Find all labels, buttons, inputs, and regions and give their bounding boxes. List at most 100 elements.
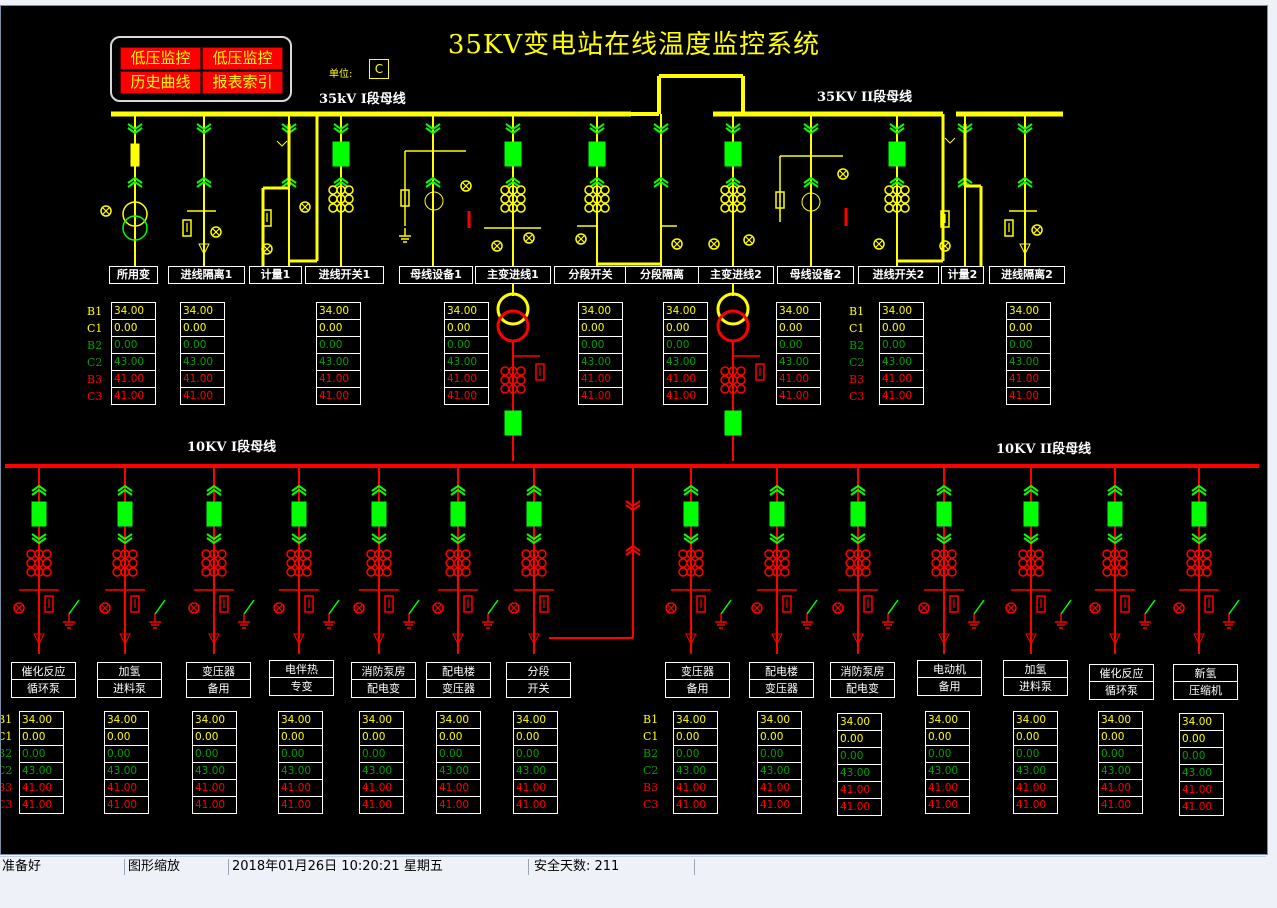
breaker-icon[interactable] [450,501,466,527]
lv-feeder-label[interactable]: 消防泵房 配电变 [351,662,416,698]
breaker-icon[interactable] [332,141,350,167]
current-transformer-icon [461,549,471,559]
current-transformer-icon [694,558,704,568]
temperature-value: 0.00 [664,320,707,337]
temperature-value: 41.00 [779,390,810,402]
lv-feeder-label[interactable]: 变压器 备用 [186,662,251,698]
current-transformer-icon [366,549,376,559]
lv-feeder-label[interactable]: 配电楼 变压器 [749,662,814,698]
sensor-icon [944,137,956,144]
current-transformer-icon [736,366,746,376]
lv-bus-1-label: 10KV I段母线 [187,440,277,455]
breaker-icon[interactable] [1107,501,1123,527]
lv-feeder-label[interactable]: 变压器 备用 [665,662,730,698]
breaker-icon[interactable] [291,501,307,527]
low-voltage-monitor-button-2[interactable]: 低压监控 [202,47,283,70]
breaker-icon[interactable] [206,501,222,527]
hv-feeder-label[interactable]: 计量1 [249,266,302,284]
hv-feeder-label[interactable]: 计量2 [941,266,984,284]
breaker-icon[interactable] [1023,501,1039,527]
current-transformer-icon [845,558,855,568]
lv-feeder-label[interactable]: 加氢 进料泵 [1003,660,1068,696]
report-index-button[interactable]: 报表索引 [202,71,283,94]
hv-feeder-label[interactable]: 进线开关2 [858,266,939,284]
temperature-value: 0.00 [926,729,969,746]
temperature-value: 41.00 [1016,799,1047,811]
lv-feeder-label[interactable]: 配电楼 变压器 [426,662,491,698]
temperature-value: 43.00 [674,763,717,780]
temperature-value: 0.00 [1014,729,1057,746]
temperature-value: 0.00 [181,337,224,354]
breaker-icon[interactable] [888,141,906,167]
hv-bus-2-label: 35KV II段母线 [817,90,913,105]
breaker-icon[interactable] [117,501,133,527]
temperature-value: 0.00 [1014,746,1057,763]
breaker-icon[interactable] [769,501,785,527]
history-curve-button[interactable]: 历史曲线 [120,71,201,94]
breaker-icon[interactable] [504,141,522,167]
unit-value: C [369,59,389,79]
hv-feeder-label[interactable]: 主变进线2 [698,266,774,284]
lv-feeder-label[interactable]: 催化反应 循环泵 [1089,664,1154,700]
current-transformer-icon [26,549,36,559]
lv-feeder-label[interactable]: 消防泵房 配电变 [830,662,895,698]
hv-feeder-label[interactable]: 进线开关1 [305,266,384,284]
switch-icon [328,599,340,615]
lv-feeder-label[interactable]: 分段 开关 [506,662,571,698]
main-transformer-icon [496,292,530,326]
temperature-value: 41.00 [439,799,470,811]
lv-feeder-label[interactable]: 加氢 进料泵 [97,662,162,698]
current-transformer-icon [1118,549,1128,559]
hv-feeder-label[interactable]: 分段开关 [554,266,627,284]
current-transformer-icon [1186,567,1196,577]
breaker-icon[interactable] [371,501,387,527]
lv-feeder-label[interactable]: 电伴热 专变 [269,660,334,696]
temperature-value: 43.00 [664,354,707,371]
current-transformer-icon [764,549,774,559]
breaker-icon[interactable] [724,410,742,436]
current-transformer-icon [1202,567,1212,577]
temperature-value: 41.00 [1182,801,1213,813]
current-transformer-icon [884,203,894,213]
switch-icon [720,599,732,615]
breaker-icon[interactable] [936,501,952,527]
low-voltage-monitor-button[interactable]: 低压监控 [120,47,201,70]
breaker-icon[interactable] [588,141,606,167]
lv-feeder-label[interactable]: 电动机 备用 [917,660,982,696]
lv-feeder-label[interactable]: 催化反应 循环泵 [11,662,76,698]
row-label: C2 [643,764,659,777]
row-label: B2 [87,339,103,352]
breaker-icon[interactable] [1191,501,1207,527]
hv-feeder-label[interactable]: 母线设备2 [777,266,854,284]
row-label: C3 [643,798,659,811]
breaker-icon[interactable] [31,501,47,527]
current-transformer-icon [1202,549,1212,559]
breaker-icon[interactable] [683,501,699,527]
sensor-icon [276,140,288,147]
current-transformer-icon [445,567,455,577]
current-transformer-icon [1018,558,1028,568]
hv-feeder-label[interactable]: 主变进线1 [475,266,551,284]
temperature-value: 41.00 [581,390,612,402]
hv-feeder-label[interactable]: 母线设备1 [399,266,473,284]
hv-feeder-label[interactable]: 进线隔离2 [989,266,1065,284]
hv-feeder-label[interactable]: 分段隔离 [625,266,699,284]
temperature-value: 43.00 [317,354,360,371]
breaker-icon[interactable] [850,501,866,527]
current-transformer-icon [600,185,610,195]
hv-feeder-label[interactable]: 进线隔离1 [168,266,245,284]
breaker-icon[interactable] [526,501,542,527]
breaker-icon[interactable] [724,141,742,167]
current-transformer-icon [1102,549,1112,559]
lv-feeder-label[interactable]: 新氢 压缩机 [1173,664,1238,700]
temperature-value: 0.00 [758,729,801,746]
temperature-value: 41.00 [676,799,707,811]
breaker-icon[interactable] [504,410,522,436]
current-transformer-icon [516,203,526,213]
fuse-icon[interactable] [130,143,140,167]
hv-feeder-label[interactable]: 所用变 [109,266,158,284]
temperature-value: 41.00 [181,371,224,388]
row-label: B3 [643,781,659,794]
temperature-value: 0.00 [105,746,148,763]
current-transformer-icon [764,558,774,568]
